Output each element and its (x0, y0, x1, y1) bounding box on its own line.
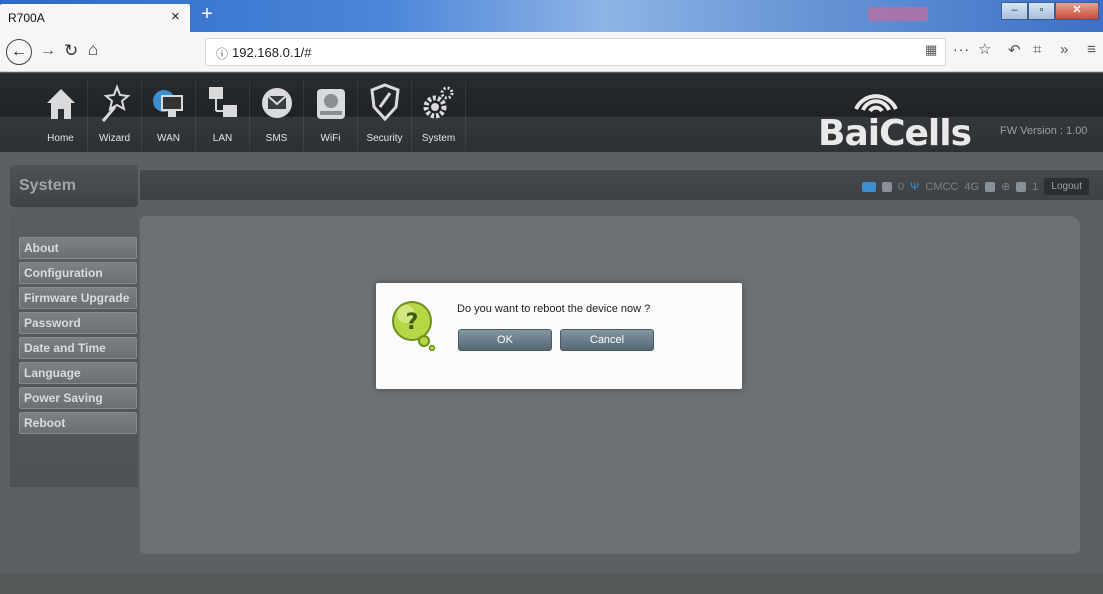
baicells-logo: BaiCells (818, 113, 972, 154)
menu-label: Security (366, 133, 403, 144)
sidebar-item-language[interactable]: Language (19, 362, 137, 384)
reload-icon[interactable]: ↻ (64, 41, 78, 61)
screenshot-icon[interactable]: ⌗ (1033, 41, 1041, 58)
menu-label: WAN (157, 133, 180, 144)
wifi-logo-icon (854, 94, 898, 113)
address-bar[interactable]: ⓘ 192.168.0.1/# (205, 38, 946, 66)
menu-wifi[interactable]: WiFi (304, 81, 358, 151)
firmware-version: FW Version : 1.00 (1000, 125, 1088, 137)
bookmark-star-icon[interactable]: ☆ (978, 40, 991, 58)
page-actions-icon[interactable]: ··· (953, 41, 970, 57)
sidebar-item-reboot[interactable]: Reboot (19, 412, 137, 434)
app-header: Home Wizard WAN LAN SMS WiFi Security Sy… (0, 73, 1103, 154)
menu-label: LAN (212, 133, 233, 144)
qr-code-icon[interactable]: ▦ (925, 42, 937, 58)
close-tab-icon[interactable]: × (171, 8, 180, 25)
menu-home[interactable]: Home (34, 81, 88, 151)
window-close-button[interactable]: ✕ (1055, 2, 1099, 20)
menu-label: WiFi (320, 133, 341, 144)
cancel-button[interactable]: Cancel (560, 329, 654, 351)
operator-name: CMCC (925, 180, 959, 193)
globe-icon: ⊕ (1001, 181, 1011, 193)
menu-wan[interactable]: WAN (142, 81, 196, 151)
menu-label: Home (47, 133, 74, 144)
forward-arrow-icon[interactable]: → (40, 42, 56, 60)
sidebar-item-about[interactable]: About (19, 237, 137, 259)
sidebar-item-configuration[interactable]: Configuration (19, 262, 137, 284)
ok-button[interactable]: OK (458, 329, 552, 351)
site-info-icon[interactable]: ⓘ (216, 45, 228, 62)
sim-card-icon (862, 181, 877, 192)
url-text[interactable]: 192.168.0.1/# (232, 45, 312, 60)
sidebar-header: System (10, 165, 138, 207)
message-count: 0 (898, 180, 905, 193)
menu-lan[interactable]: LAN (196, 81, 250, 151)
status-bar: 0 Ψ CMCC 4G ⊕ 1 Logout (140, 170, 1103, 200)
browser-navbar: ← → ↻ ⌂ ⓘ 192.168.0.1/# ▦ ··· ☆ ↶ ⌗ » ≡ (0, 32, 1103, 72)
menu-label: Wizard (98, 133, 131, 144)
menu-label: SMS (265, 133, 288, 144)
sidebar-title: System (19, 177, 76, 194)
menu-label: System (421, 133, 456, 144)
menu-system[interactable]: System (412, 81, 466, 151)
minimize-button[interactable]: – (1001, 2, 1028, 20)
taskbar-thumbnail (868, 7, 928, 21)
sidebar-item-power-saving[interactable]: Power Saving (19, 387, 137, 409)
window-controls: – ▫ ✕ (1001, 2, 1099, 20)
wand-icon (101, 84, 131, 122)
antenna-icon: Ψ (910, 180, 920, 193)
sidebar-item-password[interactable]: Password (19, 312, 137, 334)
overflow-chevron-icon[interactable]: » (1060, 41, 1068, 58)
browser-tab[interactable]: R700A × (0, 4, 190, 32)
message-icon (882, 181, 893, 192)
svg-text:?: ? (406, 310, 419, 335)
device-count: 1 (1032, 180, 1039, 193)
sidebar-menu: About Configuration Firmware Upgrade Pas… (19, 237, 137, 437)
back-arrow-icon[interactable]: ← (6, 39, 32, 65)
signal-icon (985, 181, 996, 192)
gears-icon (423, 86, 454, 119)
hamburger-menu-icon[interactable]: ≡ (1087, 41, 1096, 58)
menu-sms[interactable]: SMS (250, 81, 304, 151)
reboot-confirm-dialog: ? Do you want to reboot the device now ?… (376, 283, 742, 389)
sidebar-item-firmware-upgrade[interactable]: Firmware Upgrade (19, 287, 137, 309)
main-menu: Home Wizard WAN LAN SMS WiFi Security Sy… (34, 81, 466, 151)
browser-tab-strip: R700A × + – ▫ ✕ (0, 0, 1103, 32)
menu-wizard[interactable]: Wizard (88, 81, 142, 151)
question-icon: ? (392, 301, 436, 351)
home-icon[interactable]: ⌂ (88, 40, 98, 60)
menu-security[interactable]: Security (358, 81, 412, 151)
globe-monitor-icon (153, 90, 183, 117)
network-type: 4G (964, 180, 980, 193)
new-tab-button[interactable]: + (196, 3, 218, 27)
undo-icon[interactable]: ↶ (1008, 41, 1021, 59)
maximize-button[interactable]: ▫ (1028, 2, 1055, 20)
page-footer (0, 574, 1103, 594)
tab-title: R700A (8, 11, 45, 25)
envelope-icon (262, 88, 292, 118)
sidebar-item-date-and-time[interactable]: Date and Time (19, 337, 137, 359)
device-icon (1016, 181, 1027, 192)
logout-button[interactable]: Logout (1044, 178, 1089, 195)
router-icon (317, 89, 345, 119)
network-icon (209, 87, 237, 117)
dialog-message: Do you want to reboot the device now ? (457, 303, 651, 315)
house-icon (47, 89, 75, 119)
shield-icon (370, 83, 400, 122)
